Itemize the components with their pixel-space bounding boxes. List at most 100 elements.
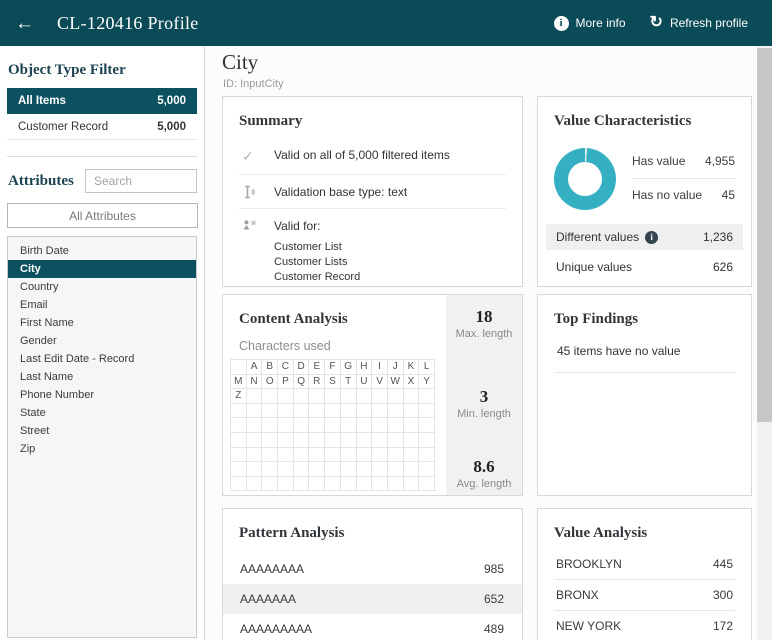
char-cell <box>357 418 373 433</box>
char-cell <box>388 448 404 463</box>
summary-valid-text: Valid on all of 5,000 filtered items <box>274 148 450 165</box>
char-cell: Q <box>294 375 310 390</box>
attribute-item-zip[interactable]: Zip <box>8 440 196 458</box>
char-cell <box>372 404 388 419</box>
value-row[interactable]: BROOKLYN 445 <box>554 549 735 580</box>
refresh-profile-button[interactable]: ↻ Refresh profile <box>650 15 748 31</box>
attribute-item-street[interactable]: Street <box>8 422 196 440</box>
char-cell: D <box>294 360 310 375</box>
char-cell: H <box>357 360 373 375</box>
char-cell: E <box>309 360 325 375</box>
attributes-heading: Attributes <box>8 173 85 190</box>
summary-valid-for-label: Valid for: <box>274 219 320 233</box>
objects-icon <box>239 219 274 285</box>
char-cell <box>262 448 278 463</box>
char-cell <box>278 448 294 463</box>
char-cell <box>294 462 310 477</box>
char-cell <box>404 418 420 433</box>
attribute-item-gender[interactable]: Gender <box>8 332 196 350</box>
char-cell <box>309 448 325 463</box>
attribute-item-state[interactable]: State <box>8 404 196 422</box>
char-cell: C <box>278 360 294 375</box>
attribute-list: Birth Date City Country Email First Name… <box>7 236 197 638</box>
char-cell <box>325 433 341 448</box>
has-no-value-row: Has no value 45 <box>632 179 735 212</box>
filter-row-customer-record[interactable]: Customer Record 5,000 <box>7 114 197 140</box>
char-cell <box>341 404 357 419</box>
max-length-label: Max. length <box>446 328 522 340</box>
char-cell <box>341 477 357 492</box>
char-cell <box>388 462 404 477</box>
value-text: BROOKLYN <box>556 557 622 571</box>
top-findings-title: Top Findings <box>538 295 751 328</box>
char-cell <box>357 389 373 404</box>
vertical-scrollbar[interactable] <box>757 46 772 640</box>
length-stats-panel: 18 Max. length 3 Min. length 8.6 Avg. le… <box>446 295 522 495</box>
value-count: 445 <box>713 557 733 571</box>
back-icon[interactable]: ← <box>15 14 34 33</box>
char-cell <box>247 462 263 477</box>
char-cell <box>278 418 294 433</box>
char-cell <box>419 462 435 477</box>
summary-card: Summary ✓ Valid on all of 5,000 filtered… <box>222 96 523 287</box>
attribute-item-city[interactable]: City <box>8 260 196 278</box>
info-icon[interactable]: i <box>645 231 658 244</box>
avg-length-value: 8.6 <box>446 457 522 477</box>
filter-row-all-items[interactable]: All Items 5,000 <box>7 88 197 114</box>
summary-valid-row: ✓ Valid on all of 5,000 filtered items <box>239 138 506 174</box>
pattern-row[interactable]: AAAAAAAA 985 <box>223 554 522 584</box>
char-cell <box>294 404 310 419</box>
value-count: 172 <box>713 619 733 633</box>
char-cell <box>419 448 435 463</box>
attribute-item-email[interactable]: Email <box>8 296 196 314</box>
pattern-count: 985 <box>484 562 504 576</box>
char-cell <box>262 433 278 448</box>
char-cell <box>325 404 341 419</box>
char-cell <box>404 462 420 477</box>
has-value-count: 4,955 <box>705 154 735 168</box>
pattern-row[interactable]: AAAAAAAAA 489 <box>223 614 522 640</box>
attribute-item-last-edit-date-record[interactable]: Last Edit Date - Record <box>8 350 196 368</box>
char-cell <box>341 433 357 448</box>
value-analysis-card: Value Analysis BROOKLYN 445 BRONX 300 NE… <box>537 508 752 640</box>
char-cell <box>372 418 388 433</box>
char-cell <box>262 477 278 492</box>
value-count: 300 <box>713 588 733 602</box>
pattern-analysis-card: Pattern Analysis AAAAAAAA 985 AAAAAAA 65… <box>222 508 523 640</box>
char-cell <box>262 462 278 477</box>
has-value-label: Has value <box>632 154 685 168</box>
pattern-count: 489 <box>484 622 504 636</box>
attribute-item-country[interactable]: Country <box>8 278 196 296</box>
char-cell <box>309 418 325 433</box>
attribute-item-first-name[interactable]: First Name <box>8 314 196 332</box>
char-cell: B <box>262 360 278 375</box>
value-row[interactable]: NEW YORK 172 <box>554 611 735 640</box>
search-input[interactable] <box>85 169 197 193</box>
value-row[interactable]: BRONX 300 <box>554 580 735 611</box>
scrollbar-thumb[interactable] <box>757 48 772 422</box>
attribute-item-birth-date[interactable]: Birth Date <box>8 242 196 260</box>
char-cell <box>278 477 294 492</box>
all-attributes-button[interactable]: All Attributes <box>7 203 198 228</box>
unique-values-count: 626 <box>713 260 733 274</box>
more-info-button[interactable]: i More info <box>554 16 626 31</box>
char-cell <box>372 389 388 404</box>
char-cell <box>325 477 341 492</box>
pattern-row[interactable]: AAAAAAA 652 <box>223 584 522 614</box>
char-cell <box>294 448 310 463</box>
finding-item[interactable]: 45 items have no value <box>554 344 735 373</box>
attribute-title: City <box>222 50 258 75</box>
char-cell <box>341 448 357 463</box>
char-cell <box>231 433 247 448</box>
refresh-icon: ↻ <box>650 15 663 31</box>
char-cell <box>309 433 325 448</box>
different-values-row[interactable]: Different values i 1,236 <box>546 224 743 250</box>
attribute-item-phone-number[interactable]: Phone Number <box>8 386 196 404</box>
page-header-title: CL-120416 Profile <box>57 13 199 34</box>
char-cell <box>294 418 310 433</box>
attribute-item-last-name[interactable]: Last Name <box>8 368 196 386</box>
char-cell <box>278 462 294 477</box>
min-length-label: Min. length <box>446 408 522 420</box>
char-cell: S <box>325 375 341 390</box>
text-cursor-icon <box>239 185 274 199</box>
